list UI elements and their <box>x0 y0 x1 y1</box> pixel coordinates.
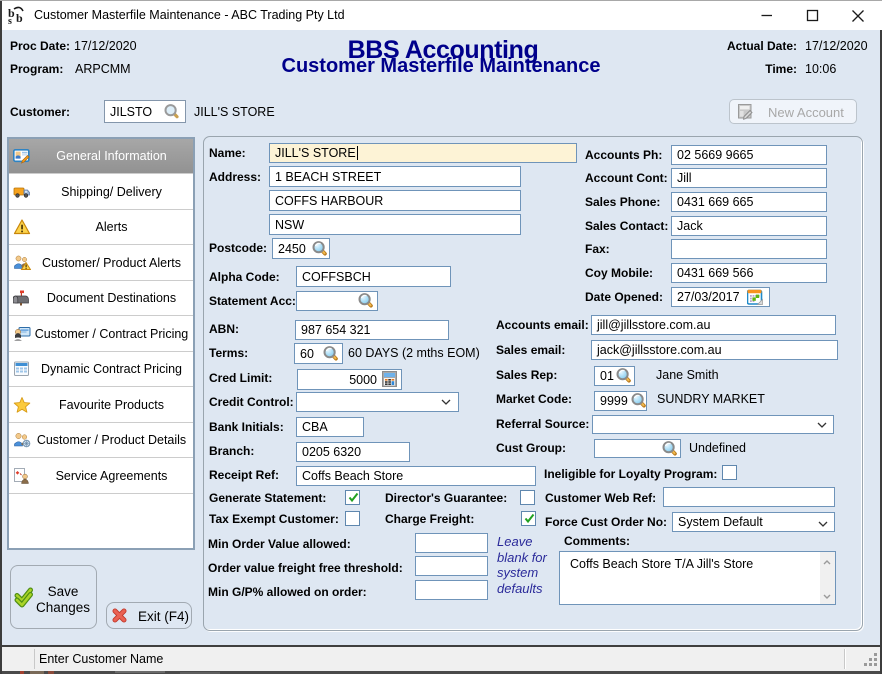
svg-text:s: s <box>8 16 12 25</box>
svg-text:b: b <box>16 11 23 25</box>
